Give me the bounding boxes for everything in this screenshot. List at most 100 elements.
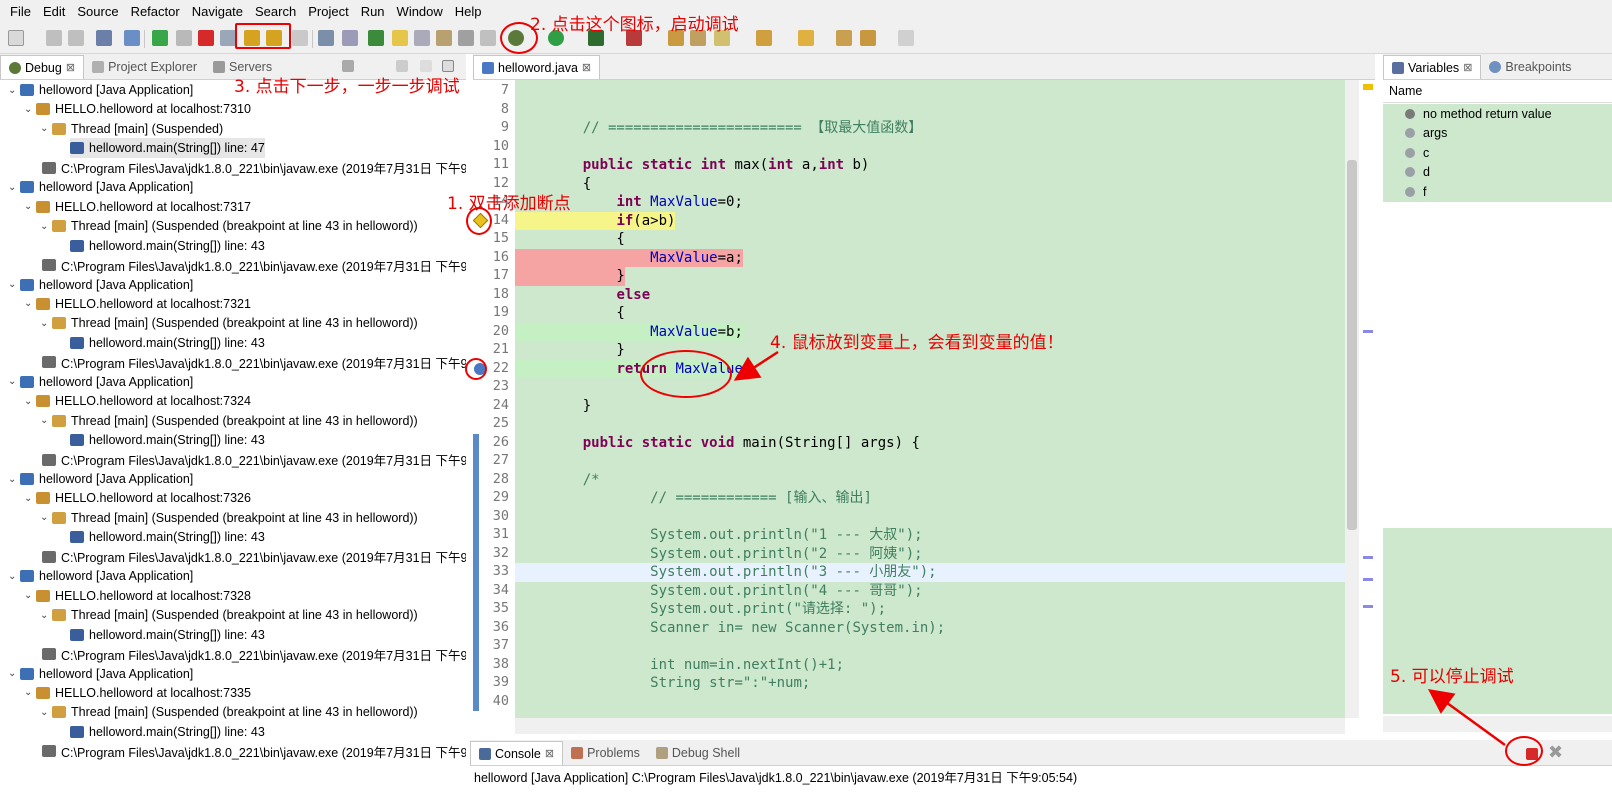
tree-row[interactable]: ⌄ Thread [main] (Suspended (breakpoint at… xyxy=(40,702,418,722)
tree-row[interactable]: ⌄ helloword [Java Application] xyxy=(8,664,193,684)
expand-arrow-icon[interactable]: ⌄ xyxy=(24,298,36,309)
tree-row[interactable]: C:\Program Files\Java\jdk1.8.0_221\bin\j… xyxy=(30,158,466,178)
view-menu-icon[interactable] xyxy=(396,60,408,72)
tree-row[interactable]: helloword.main(String[]) line: 43 xyxy=(70,333,265,353)
code-line[interactable]: MaxValue=a; xyxy=(515,248,743,267)
expand-arrow-icon[interactable]: ⌄ xyxy=(40,512,52,523)
code-line[interactable]: /* xyxy=(515,471,600,490)
new-icon[interactable] xyxy=(8,30,24,46)
line-number[interactable]: 38 xyxy=(479,656,509,672)
code-line[interactable]: // ============ [输入、输出] xyxy=(515,489,872,508)
drop-frame-icon[interactable] xyxy=(318,30,334,46)
close-icon[interactable]: ⊠ xyxy=(582,61,591,74)
tree-row[interactable]: helloword.main(String[]) line: 43 xyxy=(70,722,265,742)
code-line[interactable] xyxy=(515,693,549,712)
expand-arrow-icon[interactable]: ⌄ xyxy=(8,85,20,96)
tree-row[interactable]: C:\Program Files\Java\jdk1.8.0_221\bin\j… xyxy=(30,741,466,761)
menu-refactor[interactable]: Refactor xyxy=(125,4,186,19)
tab-variables[interactable]: Variables ⊠ xyxy=(1383,55,1482,79)
expand-arrow-icon[interactable]: ⌄ xyxy=(8,279,20,290)
toggle-icon[interactable] xyxy=(414,30,430,46)
expand-arrow-icon[interactable]: ⌄ xyxy=(24,201,36,212)
expand-arrow-icon[interactable]: ⌄ xyxy=(24,590,36,601)
menu-navigate[interactable]: Navigate xyxy=(186,4,249,19)
tab-problems[interactable]: Problems xyxy=(563,741,648,765)
line-number[interactable]: 23 xyxy=(479,378,509,394)
code-line[interactable]: { xyxy=(515,230,624,249)
code-line[interactable]: System.out.println("1 --- 大叔"); xyxy=(515,526,922,545)
open-task-icon[interactable] xyxy=(756,30,772,46)
tree-row[interactable]: helloword.main(String[]) line: 43 xyxy=(70,527,265,547)
code-line[interactable] xyxy=(515,82,549,101)
tree-row[interactable]: ⌄ Thread [main] (Suspended (breakpoint at… xyxy=(40,313,418,333)
code-line[interactable]: // ======================= 【取最大值函数】 xyxy=(515,119,923,138)
menu-help[interactable]: Help xyxy=(449,4,488,19)
line-number[interactable]: 10 xyxy=(479,138,509,154)
menu-project[interactable]: Project xyxy=(302,4,354,19)
tree-row[interactable]: ⌄ Thread [main] (Suspended (breakpoint at… xyxy=(40,216,418,236)
use-step-filters-icon[interactable] xyxy=(342,30,358,46)
tree-row[interactable]: ⌄ HELLO.helloword at localhost:7321 xyxy=(24,294,251,314)
remove-launch-icon[interactable]: ✖ xyxy=(1548,742,1563,763)
code-line[interactable]: System.out.println("3 --- 小朋友"); xyxy=(515,563,1345,582)
code-line[interactable]: int num=in.nextInt()+1; xyxy=(515,656,844,675)
menu-edit[interactable]: Edit xyxy=(37,4,71,19)
line-number[interactable]: 40 xyxy=(479,693,509,709)
variable-row[interactable]: d xyxy=(1383,162,1612,182)
tree-row[interactable]: ⌄ Thread [main] (Suspended (breakpoint at… xyxy=(40,508,418,528)
show-whitespace-icon[interactable] xyxy=(480,30,496,46)
expand-arrow-icon[interactable]: ⌄ xyxy=(8,474,20,485)
code-line[interactable] xyxy=(515,138,549,157)
close-icon[interactable]: ⊠ xyxy=(1463,61,1472,74)
suspend-icon[interactable] xyxy=(176,30,192,46)
variable-row[interactable]: args xyxy=(1383,123,1612,143)
tree-row[interactable]: helloword.main(String[]) line: 43 xyxy=(70,625,265,645)
line-number[interactable]: 33 xyxy=(479,563,509,579)
code-line[interactable]: public static int max(int a,int b) xyxy=(515,156,870,175)
step-return-icon[interactable] xyxy=(292,30,308,46)
tree-row[interactable]: ⌄ helloword [Java Application] xyxy=(8,80,193,100)
variable-row[interactable]: c xyxy=(1383,143,1612,163)
tab-console[interactable]: Console ⊠ xyxy=(470,741,564,765)
code-editor[interactable]: 7 8 9 10 11 12 14 14 15 16 17 18 19 20 21 22 23 24 25 26 27 2… xyxy=(472,80,1375,740)
expand-arrow-icon[interactable]: ⌄ xyxy=(8,376,20,387)
expand-arrow-icon[interactable]: ⌄ xyxy=(24,687,36,698)
code-line[interactable] xyxy=(515,508,549,527)
open-type-icon[interactable] xyxy=(368,30,384,46)
tree-row[interactable]: ⌄ HELLO.helloword at localhost:7326 xyxy=(24,488,251,508)
code-line[interactable]: System.out.println("2 --- 阿姨"); xyxy=(515,545,922,564)
code-line[interactable]: } xyxy=(515,267,625,286)
line-number[interactable]: 30 xyxy=(479,508,509,524)
code-line[interactable]: { xyxy=(515,304,624,323)
editor-gutter[interactable]: 7 8 9 10 11 12 14 14 15 16 17 18 19 20 21 22 23 24 25 26 27 2… xyxy=(472,80,515,718)
code-line[interactable]: Scanner in= new Scanner(System.in); xyxy=(515,619,945,638)
remove-launches-icon[interactable] xyxy=(342,60,354,72)
disconnect-icon[interactable] xyxy=(220,30,236,46)
menu-source[interactable]: Source xyxy=(71,4,124,19)
line-number[interactable]: 28 xyxy=(479,471,509,487)
tree-row[interactable]: ⌄ Thread [main] (Suspended (breakpoint at… xyxy=(40,605,418,625)
line-number[interactable]: 8 xyxy=(479,101,509,117)
block-selection-icon[interactable] xyxy=(436,30,452,46)
tree-row[interactable]: ⌄ helloword [Java Application] xyxy=(8,566,193,586)
code-line[interactable] xyxy=(515,452,549,471)
tree-row[interactable]: ⌄ helloword [Java Application] xyxy=(8,177,193,197)
skip-breakpoints-icon[interactable] xyxy=(124,30,140,46)
minimize-icon[interactable] xyxy=(420,60,432,72)
line-number[interactable]: 24 xyxy=(479,397,509,413)
expand-arrow-icon[interactable]: ⌄ xyxy=(40,318,52,329)
tab-debug-shell[interactable]: Debug Shell xyxy=(648,741,748,765)
tree-row[interactable]: ⌄ HELLO.helloword at localhost:7317 xyxy=(24,197,251,217)
forward-icon[interactable] xyxy=(898,30,914,46)
tree-row[interactable]: C:\Program Files\Java\jdk1.8.0_221\bin\j… xyxy=(30,644,466,664)
tree-row[interactable]: ⌄ helloword [Java Application] xyxy=(8,469,193,489)
menu-file[interactable]: File xyxy=(4,4,37,19)
line-number[interactable]: 35 xyxy=(479,600,509,616)
save-all-icon[interactable] xyxy=(68,30,84,46)
line-number[interactable]: 34 xyxy=(479,582,509,598)
mark-occurrences-icon[interactable] xyxy=(392,30,408,46)
resume-icon[interactable] xyxy=(152,30,168,46)
variables-header[interactable]: Name xyxy=(1389,84,1422,98)
menu-window[interactable]: Window xyxy=(391,4,449,19)
code-line[interactable] xyxy=(515,378,549,397)
